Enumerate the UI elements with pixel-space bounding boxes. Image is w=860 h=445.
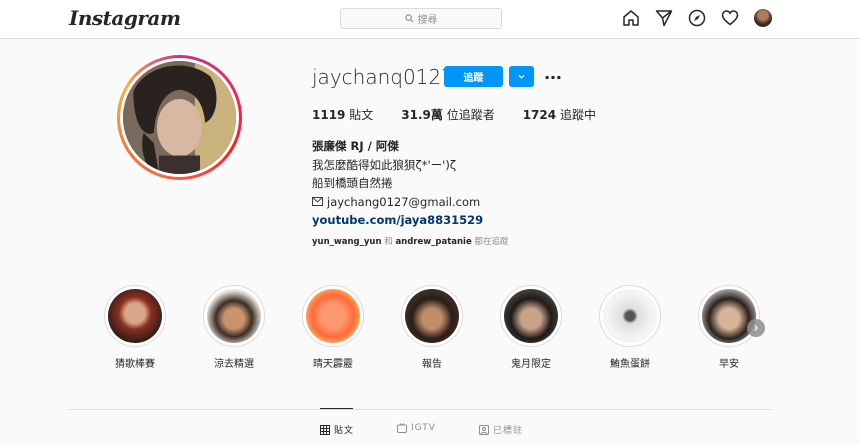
tab-igtv[interactable]: IGTV (397, 423, 436, 433)
search-placeholder: 搜尋 (417, 15, 438, 26)
following-stat[interactable]: 1724 追蹤中 (523, 106, 596, 123)
highlights-next-button[interactable] (747, 319, 765, 337)
active-tab-indicator (320, 408, 353, 409)
contact-email[interactable]: jaychang0127@gmail.com (312, 193, 483, 212)
chevron-right-icon (754, 325, 759, 331)
home-icon[interactable] (622, 9, 640, 27)
highlight-item[interactable]: 涼去精選 (203, 285, 265, 370)
direct-message-icon[interactable] (655, 9, 673, 27)
activity-heart-icon[interactable] (721, 9, 739, 27)
highlight-item[interactable]: 鬼月限定 (500, 285, 562, 370)
follow-button[interactable]: 追蹤 (444, 66, 503, 87)
tab-posts[interactable]: 貼文 (320, 423, 354, 436)
mail-icon (312, 197, 323, 207)
top-navigation-bar: Instagram 搜尋 (0, 0, 860, 39)
highlight-item[interactable]: 晴天霹靂 (302, 285, 364, 370)
posts-stat: 1119 貼文 (312, 108, 374, 122)
explore-compass-icon[interactable] (688, 9, 706, 27)
followers-stat[interactable]: 31.9萬 位追蹤者 (401, 106, 494, 123)
highlight-item[interactable]: 猜歌棒賽 (104, 285, 166, 370)
highlight-item[interactable]: 鮪魚蛋餅 (599, 285, 661, 370)
website-link[interactable]: youtube.com/jaya8831529 (312, 211, 483, 230)
ellipsis-icon (545, 75, 561, 79)
bio-line: 我怎麼酷得如此狼狽ζ*'ー')ζ (312, 157, 457, 172)
more-options-button[interactable] (542, 67, 564, 87)
chevron-down-icon (518, 74, 525, 79)
instagram-logo[interactable]: Instagram (69, 6, 181, 30)
bio-line: 船到橋頭自然捲 (312, 176, 393, 190)
profile-avatar[interactable] (754, 9, 772, 27)
grid-icon (320, 424, 330, 435)
search-icon (404, 14, 413, 23)
tabs-divider (69, 409, 771, 410)
profile-stats: 1119 貼文 31.9萬 位追蹤者 1724 追蹤中 (312, 106, 624, 123)
profile-full-name: 張廉傑 RJ / 阿傑 (312, 139, 399, 153)
profile-bio: 張廉傑 RJ / 阿傑 我怎麼酷得如此狼狽ζ*'ー')ζ 船到橋頭自然捲 jay… (312, 137, 483, 230)
profile-username: jaychanq0127 (312, 65, 454, 89)
tagged-icon (479, 424, 489, 435)
profile-photo (123, 61, 236, 174)
suggested-dropdown-button[interactable] (509, 66, 534, 87)
profile-picture[interactable] (117, 55, 242, 180)
followed-by[interactable]: yun_wang_yun 和 andrew_patanie 都在追蹤 (312, 235, 508, 247)
search-input[interactable]: 搜尋 (340, 8, 502, 29)
tab-tagged[interactable]: 已標註 (479, 423, 523, 436)
igtv-icon (397, 423, 407, 433)
highlight-item[interactable]: 報告 (401, 285, 463, 370)
